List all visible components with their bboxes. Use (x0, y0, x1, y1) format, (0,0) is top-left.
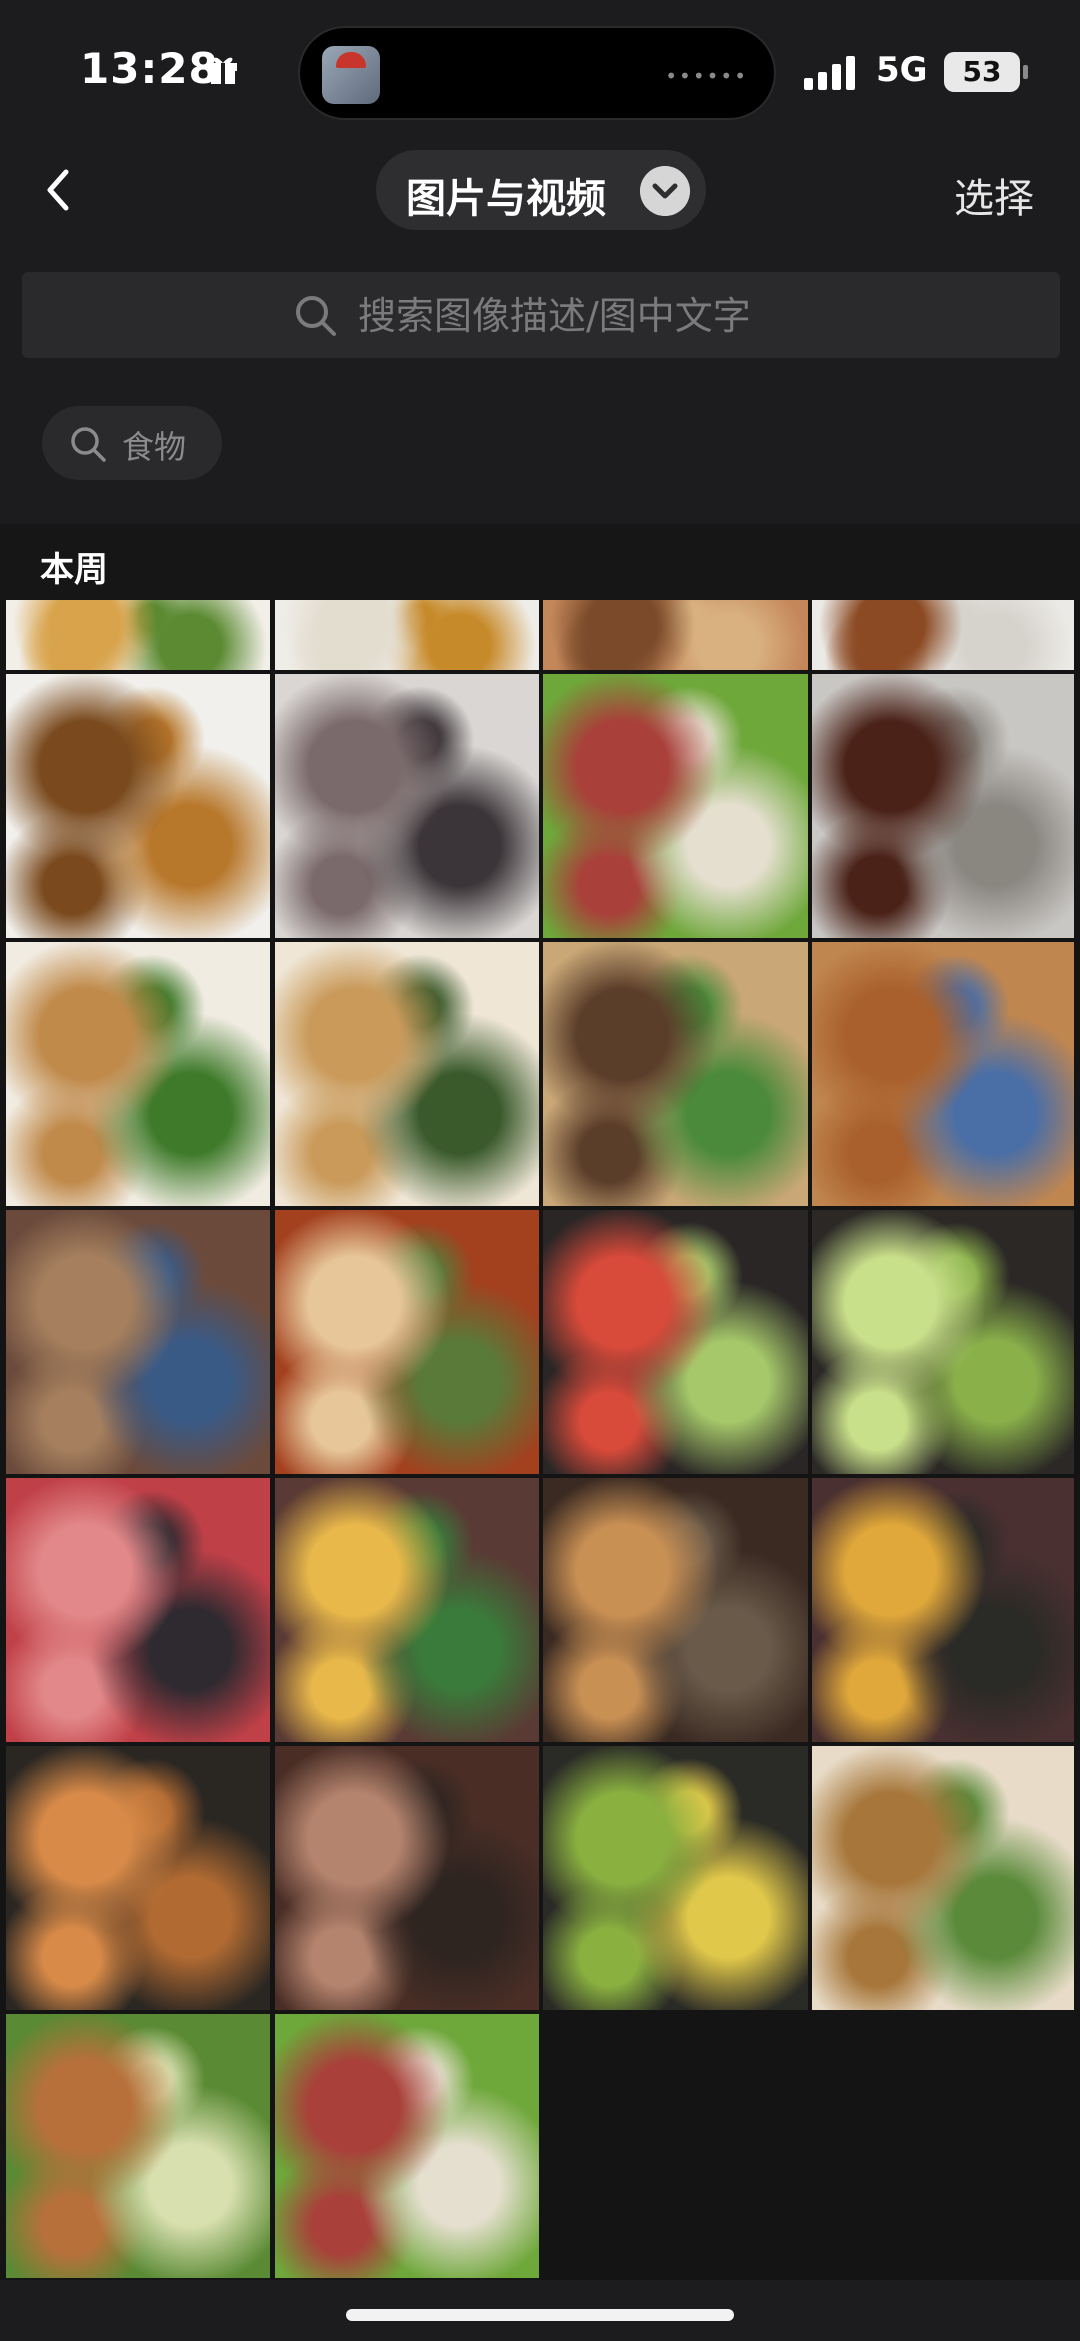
photo-thumbnail-stew-corn[interactable] (812, 1478, 1074, 1742)
photo-image (812, 942, 1074, 1206)
chevron-down-icon (640, 166, 690, 216)
photo-image (6, 1746, 270, 2010)
photo-image (812, 1478, 1074, 1742)
home-indicator[interactable] (346, 2309, 734, 2321)
photo-grid (0, 600, 1080, 2280)
photo-image (812, 600, 1074, 670)
photo-image (275, 674, 539, 938)
search-icon (71, 427, 106, 462)
photo-image (275, 942, 539, 1206)
photo-thumbnail-tray-meal-mushroom[interactable] (6, 674, 270, 938)
gift-icon (209, 57, 237, 84)
photo-image (275, 600, 539, 670)
photo-image (6, 2014, 270, 2278)
photo-image (275, 2014, 539, 2278)
photo-image (6, 1210, 270, 1474)
photo-image (543, 942, 808, 1206)
photo-image (6, 600, 270, 670)
photo-image (275, 1478, 539, 1742)
page-title: 图片与视频 (406, 176, 606, 222)
photo-thumbnail-sprout-salad[interactable] (6, 2014, 270, 2278)
photo-thumbnail-spicy-noodle-soup[interactable] (275, 1210, 539, 1474)
avatar (322, 46, 380, 104)
photo-image (543, 1210, 808, 1474)
chip-label: 食物 (122, 428, 187, 466)
photo-image (543, 674, 808, 938)
select-button[interactable]: 选择 (954, 166, 1034, 224)
search-input[interactable] (356, 272, 960, 360)
photo-thumbnail-rice-plate[interactable] (275, 600, 539, 670)
status-time: 13:28 (80, 44, 219, 93)
photo-thumbnail-lettuce-chili[interactable] (543, 674, 808, 938)
photo-thumbnail-braised-eggs[interactable] (275, 1746, 539, 2010)
photo-image (812, 1210, 1074, 1474)
photo-thumbnail-cucumber-rolls[interactable] (812, 1210, 1074, 1474)
photo-thumbnail-noodle-stirfry[interactable] (543, 600, 808, 670)
album-title-dropdown[interactable]: 图片与视频 (376, 150, 706, 230)
photo-image (6, 674, 270, 938)
photo-thumbnail-shredded-greens[interactable] (6, 942, 270, 1206)
photo-thumbnail-watermelon[interactable] (6, 1478, 270, 1742)
photo-image (812, 674, 1074, 938)
dynamic-island[interactable]: •••••• (298, 26, 776, 120)
photo-thumbnail-quail-eggs[interactable] (6, 1746, 270, 2010)
signal-icon (804, 56, 855, 90)
photo-thumbnail-rice-noodle-salad[interactable] (812, 1746, 1074, 2010)
search-bar[interactable] (22, 272, 1060, 360)
food-filter-chip[interactable]: 食物 (42, 406, 222, 480)
photo-thumbnail-raw-fish[interactable] (275, 674, 539, 938)
photo-image (275, 1210, 539, 1474)
photo-image (812, 1746, 1074, 2010)
photo-image (275, 1746, 539, 2010)
search-icon (296, 296, 336, 336)
waveform-icon: •••••• (665, 64, 748, 88)
battery-level: 53 (962, 55, 1002, 88)
photo-thumbnail-braised-dish[interactable] (812, 600, 1074, 670)
photo-thumbnail-fried-cutlet[interactable] (812, 942, 1074, 1206)
photo-image (543, 600, 808, 670)
battery-icon: 53 (944, 52, 1028, 92)
photo-thumbnail-cucumber-fungus[interactable] (543, 1746, 808, 2010)
photo-thumbnail-tofu-skin-salad[interactable] (275, 942, 539, 1206)
photo-thumbnail-tofu-skin-chili[interactable] (543, 942, 808, 1206)
photo-thumbnail-braised-chicken-feet[interactable] (6, 1210, 270, 1474)
photo-thumbnail-tray-meal[interactable] (6, 600, 270, 670)
photo-thumbnail-lettuce-chili-2[interactable] (275, 2014, 539, 2278)
photo-thumbnail-stewed-balls[interactable] (543, 1478, 808, 1742)
photo-thumbnail-braised-meat-corn[interactable] (275, 1478, 539, 1742)
section-header: 本周 (0, 524, 1080, 600)
photo-image (6, 1478, 270, 1742)
photo-image (543, 1746, 808, 2010)
photo-thumbnail-cucumber-chili[interactable] (543, 1210, 808, 1474)
photo-image (6, 942, 270, 1206)
network-type: 5G (876, 50, 928, 90)
status-bar: 13:28 •••••• 5G 53 (0, 0, 1080, 140)
photo-thumbnail-dark-soup[interactable] (812, 674, 1074, 938)
photo-image (543, 1478, 808, 1742)
chevron-left-icon[interactable] (34, 160, 82, 220)
section-title: 本周 (40, 550, 108, 590)
